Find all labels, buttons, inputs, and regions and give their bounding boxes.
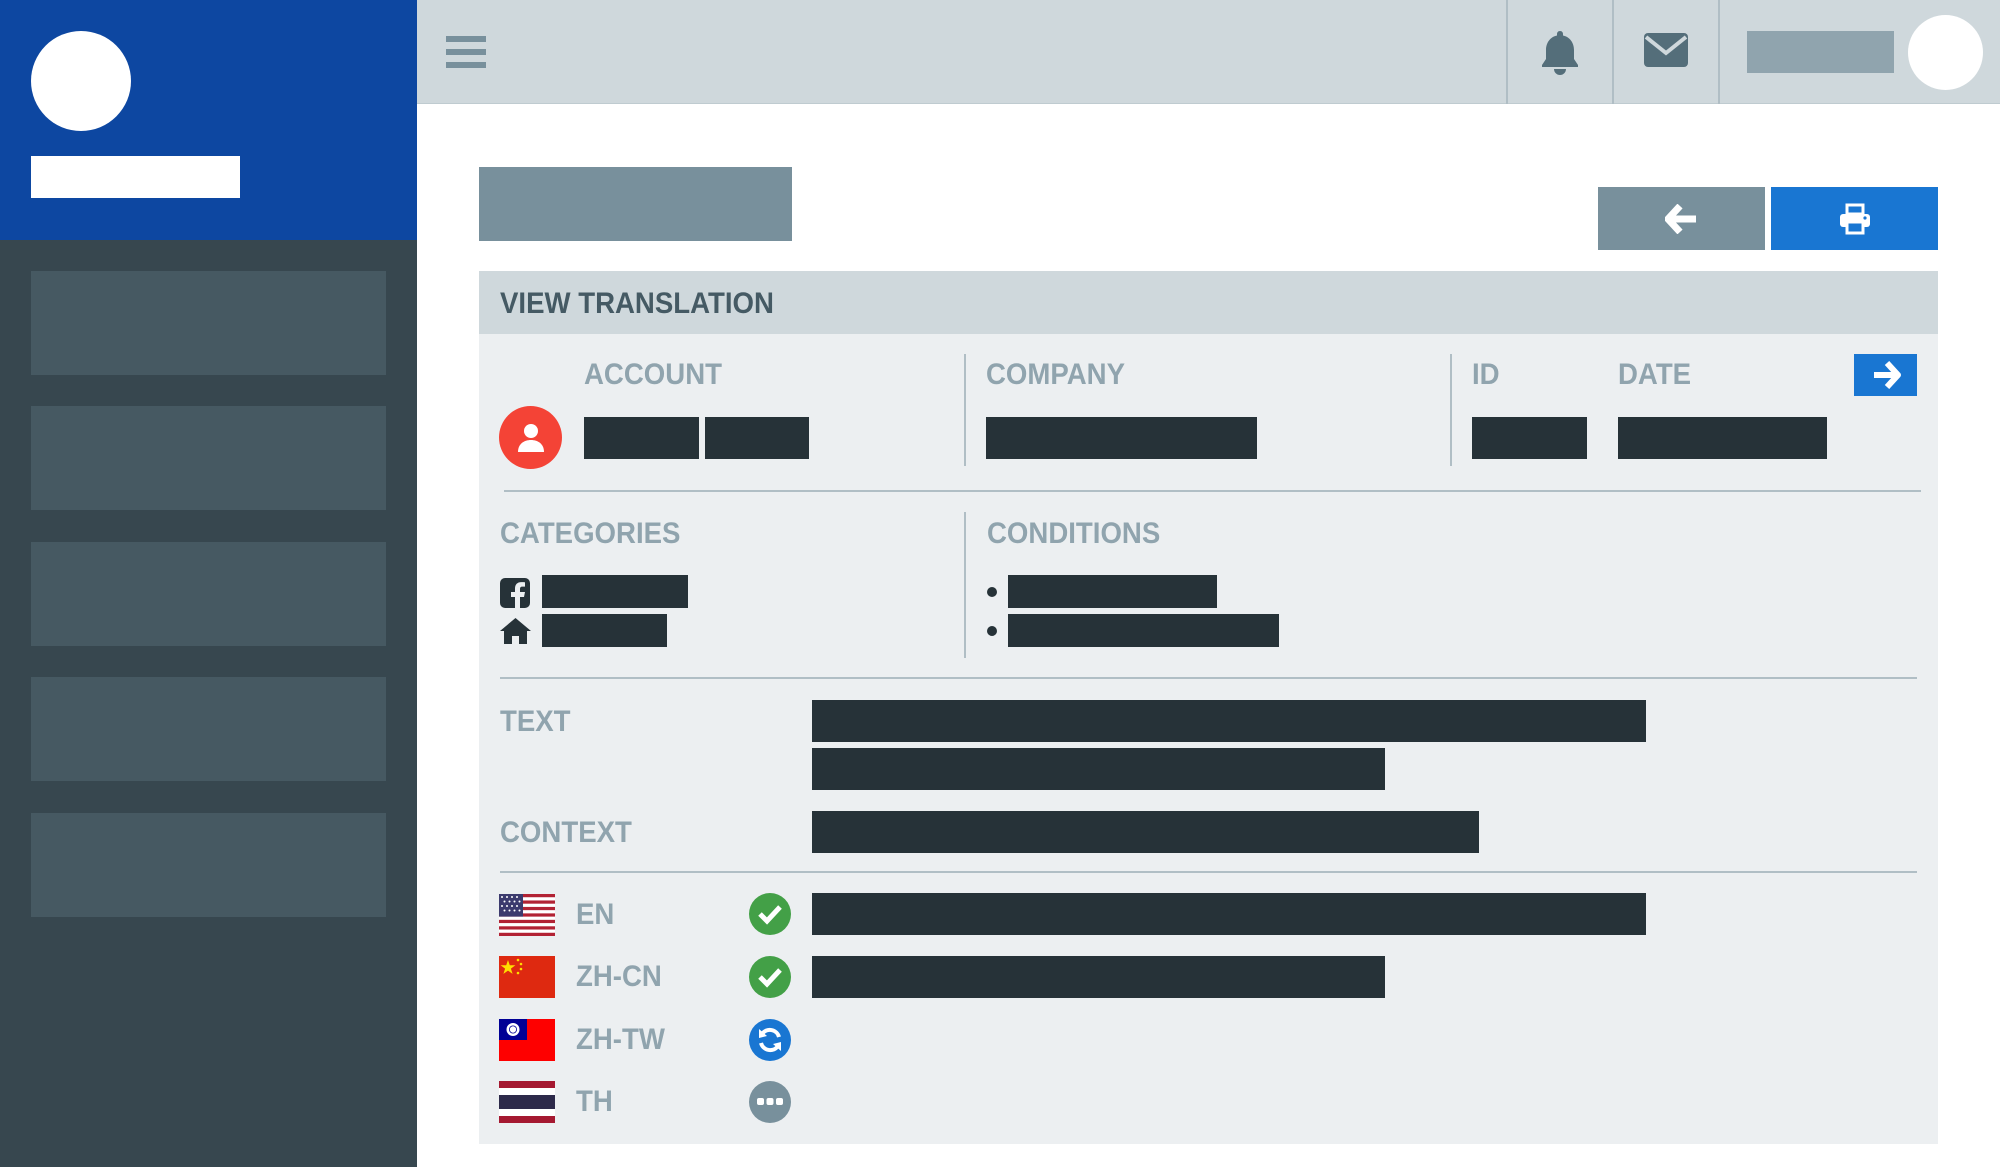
column-divider (964, 354, 966, 466)
avatar[interactable] (1908, 15, 1983, 90)
sidebar-item-5[interactable] (31, 813, 386, 917)
company-value-placeholder (986, 417, 1257, 459)
brand-name-placeholder (31, 156, 240, 198)
more-dots-icon (749, 1081, 791, 1123)
condition-value-placeholder (1008, 575, 1217, 608)
row-divider (500, 677, 1917, 679)
id-value-placeholder (1472, 417, 1587, 459)
sync-icon (749, 1019, 791, 1061)
text-value-placeholder (812, 748, 1385, 790)
sidebar-item-4[interactable] (31, 677, 386, 781)
printer-icon (1839, 203, 1870, 234)
arrow-right-icon (1873, 361, 1901, 389)
language-code: ZH-CN (576, 960, 662, 993)
sidebar-item-2[interactable] (31, 406, 386, 510)
sidebar-item-3[interactable] (31, 542, 386, 646)
logo[interactable] (31, 31, 131, 131)
date-value-placeholder (1618, 417, 1827, 459)
row-divider (500, 871, 1917, 873)
category-value-placeholder (542, 575, 688, 608)
text-value-placeholder (812, 700, 1646, 742)
column-divider (964, 512, 966, 658)
facebook-icon (500, 578, 530, 608)
date-label: DATE (1618, 358, 1692, 391)
home-icon (500, 617, 531, 645)
topbar-divider (1612, 0, 1614, 104)
translation-value-placeholder (812, 956, 1385, 998)
cn-flag-icon (499, 956, 555, 998)
th-flag-icon (499, 1081, 555, 1123)
context-value-placeholder (812, 811, 1479, 853)
us-flag-icon (499, 894, 555, 936)
column-divider (1450, 354, 1452, 466)
language-code: ZH-TW (576, 1023, 665, 1056)
text-label: TEXT (500, 705, 571, 738)
translation-value-placeholder (812, 893, 1646, 935)
check-circle-icon (749, 956, 791, 998)
conditions-label: CONDITIONS (987, 517, 1161, 550)
id-label: ID (1472, 358, 1500, 391)
categories-label: CATEGORIES (500, 517, 681, 550)
context-label: CONTEXT (500, 816, 632, 849)
user-name-placeholder[interactable] (1747, 31, 1894, 73)
category-value-placeholder (542, 614, 667, 647)
topbar-divider (1718, 0, 1720, 104)
envelope-icon[interactable] (1643, 32, 1689, 68)
condition-value-placeholder (1008, 614, 1279, 647)
topbar-divider (1506, 0, 1508, 104)
language-code: EN (576, 898, 615, 931)
hamburger-menu-icon[interactable] (446, 34, 486, 70)
account-icon (499, 406, 562, 469)
account-first-name-placeholder (584, 417, 699, 459)
language-code: TH (576, 1085, 613, 1118)
back-button[interactable] (1598, 187, 1765, 250)
account-label: ACCOUNT (584, 358, 722, 391)
tw-flag-icon (499, 1019, 555, 1061)
bullet (987, 626, 997, 636)
arrow-left-icon (1664, 203, 1696, 234)
row-divider (504, 490, 1921, 492)
bell-icon[interactable] (1538, 27, 1582, 75)
print-button[interactable] (1771, 187, 1938, 250)
bullet (987, 587, 997, 597)
account-last-name-placeholder (705, 417, 809, 459)
sidebar-item-1[interactable] (31, 271, 386, 375)
company-label: COMPANY (986, 358, 1126, 391)
check-circle-icon (749, 893, 791, 935)
next-button[interactable] (1854, 354, 1917, 396)
panel-title: VIEW TRANSLATION (500, 287, 774, 320)
page-title-placeholder (479, 167, 792, 241)
